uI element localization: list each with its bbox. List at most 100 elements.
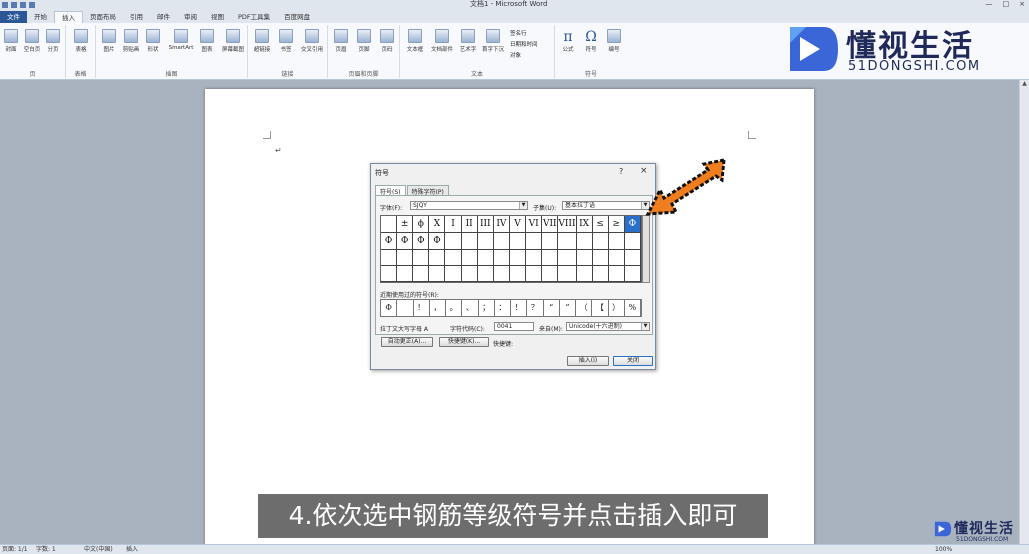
font-select[interactable]: SJQY ▼ [410, 201, 528, 210]
symbol-cell[interactable]: VI [526, 216, 543, 233]
equation-button[interactable]: π 公式 [557, 29, 579, 53]
symbol-cell[interactable]: II [461, 216, 478, 233]
symbol-cell[interactable] [542, 233, 559, 250]
recent-symbol-cell[interactable]: ？ [527, 300, 544, 316]
symbol-cell[interactable] [558, 250, 577, 266]
tab-page-layout[interactable]: 页面布局 [83, 11, 123, 23]
insert-button[interactable]: 插入(I) [567, 356, 609, 366]
symbol-cell[interactable] [576, 233, 593, 250]
symbol-cell[interactable]: Φ [413, 233, 430, 250]
maximize-button[interactable]: □ [1003, 0, 1010, 9]
tab-review[interactable]: 审阅 [177, 11, 204, 23]
symbol-cell[interactable] [624, 250, 641, 266]
symbol-cell[interactable] [413, 266, 430, 282]
recent-symbol-cell[interactable]: ！ [414, 300, 430, 316]
symbol-button[interactable]: Ω 符号 [580, 29, 602, 53]
symbol-cell[interactable]: Φ [429, 233, 446, 250]
autocorrect-button[interactable]: 自动更正(A)... [381, 337, 433, 347]
save-icon[interactable] [11, 1, 17, 8]
symbol-cell[interactable] [445, 250, 462, 266]
recent-symbol-cell[interactable]: （ [576, 300, 593, 316]
symbol-cell[interactable] [477, 266, 494, 282]
symbol-cell[interactable] [558, 233, 577, 250]
symbol-cell[interactable] [461, 250, 478, 266]
recent-symbol-cell[interactable]: ； [479, 300, 495, 316]
from-select[interactable]: Unicode(十六进制) ▼ [566, 322, 650, 331]
vertical-scrollbar[interactable]: ▲ [1019, 80, 1029, 544]
object-button[interactable]: 对象 [510, 51, 521, 59]
symbol-cell[interactable] [381, 266, 398, 282]
page-count[interactable]: 页面: 1/1 [2, 545, 28, 554]
symbol-cell[interactable] [381, 250, 398, 266]
textbox-button[interactable]: 文本框 [402, 29, 428, 53]
table-button[interactable]: 表格 [70, 29, 92, 53]
cancel-button[interactable]: 关闭 [613, 356, 653, 366]
symbol-cell[interactable] [397, 250, 414, 266]
symbol-cell[interactable]: IX [576, 216, 593, 233]
drop-cap-button[interactable]: 首字下沉 [480, 29, 506, 53]
symbol-cell[interactable] [397, 266, 414, 282]
symbol-cell[interactable] [429, 250, 446, 266]
undo-icon[interactable] [20, 1, 26, 8]
tab-insert[interactable]: 插入 [54, 11, 83, 23]
symbol-cell[interactable]: IV [493, 216, 510, 233]
insert-mode[interactable]: 插入 [126, 545, 138, 554]
close-window-button[interactable]: × [1019, 0, 1025, 9]
symbol-cell[interactable] [493, 266, 510, 282]
symbol-cell[interactable] [624, 233, 641, 250]
minimize-button[interactable]: — [986, 0, 993, 9]
tab-file[interactable]: 文件 [0, 11, 27, 23]
symbol-cell[interactable] [477, 250, 494, 266]
symbol-cell[interactable] [592, 233, 609, 250]
footer-button[interactable]: 页脚 [353, 29, 375, 53]
symbol-cell[interactable] [542, 266, 559, 282]
symbol-cell[interactable] [477, 233, 494, 250]
symbol-cell[interactable] [509, 266, 527, 282]
cross-reference-button[interactable]: 交叉引用 [298, 29, 326, 53]
symbol-cell[interactable] [592, 250, 609, 266]
smartart-button[interactable]: SmartArt [166, 29, 196, 51]
quick-parts-button[interactable]: 文档部件 [428, 29, 456, 53]
language-indicator[interactable]: 中文(中国) [84, 545, 113, 554]
symbol-cell[interactable] [461, 266, 478, 282]
symbol-cell[interactable]: X [429, 216, 446, 233]
word-count[interactable]: 字数: 1 [36, 545, 56, 554]
symbol-cell[interactable] [413, 250, 430, 266]
symbol-cell[interactable]: Φ [624, 216, 641, 233]
symbol-cell[interactable] [624, 266, 641, 282]
hyperlink-button[interactable]: 超链接 [250, 29, 274, 53]
zoom-level[interactable]: 100% [935, 545, 952, 554]
shortcut-key-button[interactable]: 快捷键(K)... [439, 337, 489, 347]
recent-symbol-cell[interactable]: ！ [511, 300, 528, 316]
symbol-cell[interactable] [576, 250, 593, 266]
symbol-cell[interactable] [526, 250, 543, 266]
symbol-cell[interactable] [526, 266, 543, 282]
tab-baidu-netdisk[interactable]: 百度网盘 [277, 11, 317, 23]
wordart-button[interactable]: 艺术字 [456, 29, 480, 53]
number-button[interactable]: 编号 [603, 29, 625, 53]
signature-line-button[interactable]: 签名行 [510, 29, 527, 37]
header-button[interactable]: 页眉 [330, 29, 352, 53]
recent-symbol-cell[interactable]: “ [544, 300, 560, 316]
symbol-cell[interactable]: Φ [397, 233, 414, 250]
recent-symbol-cell[interactable]: ， [430, 300, 446, 316]
symbol-cell[interactable] [445, 266, 462, 282]
symbol-cell[interactable] [461, 233, 478, 250]
character-code-input[interactable]: 0041 [494, 322, 534, 331]
recent-symbol-cell[interactable]: ： [495, 300, 511, 316]
symbol-cell[interactable]: ± [397, 216, 414, 233]
tab-view[interactable]: 视图 [204, 11, 231, 23]
symbol-cell[interactable] [608, 250, 625, 266]
dialog-help-button[interactable]: ? [619, 167, 623, 176]
symbol-cell[interactable] [445, 233, 462, 250]
recent-symbol-cell[interactable]: ” [560, 300, 576, 316]
blank-page-button[interactable]: 空白页 [21, 29, 43, 53]
subset-select[interactable]: 基本拉丁语 ▼ [562, 201, 650, 210]
symbol-cell[interactable] [526, 233, 543, 250]
symbol-cell[interactable]: VII [542, 216, 559, 233]
redo-icon[interactable] [29, 1, 35, 8]
symbol-cell[interactable] [576, 266, 593, 282]
recent-symbol-cell[interactable]: % [625, 300, 641, 316]
recent-symbol-cell[interactable]: 。 [446, 300, 463, 316]
tab-mailings[interactable]: 邮件 [150, 11, 177, 23]
